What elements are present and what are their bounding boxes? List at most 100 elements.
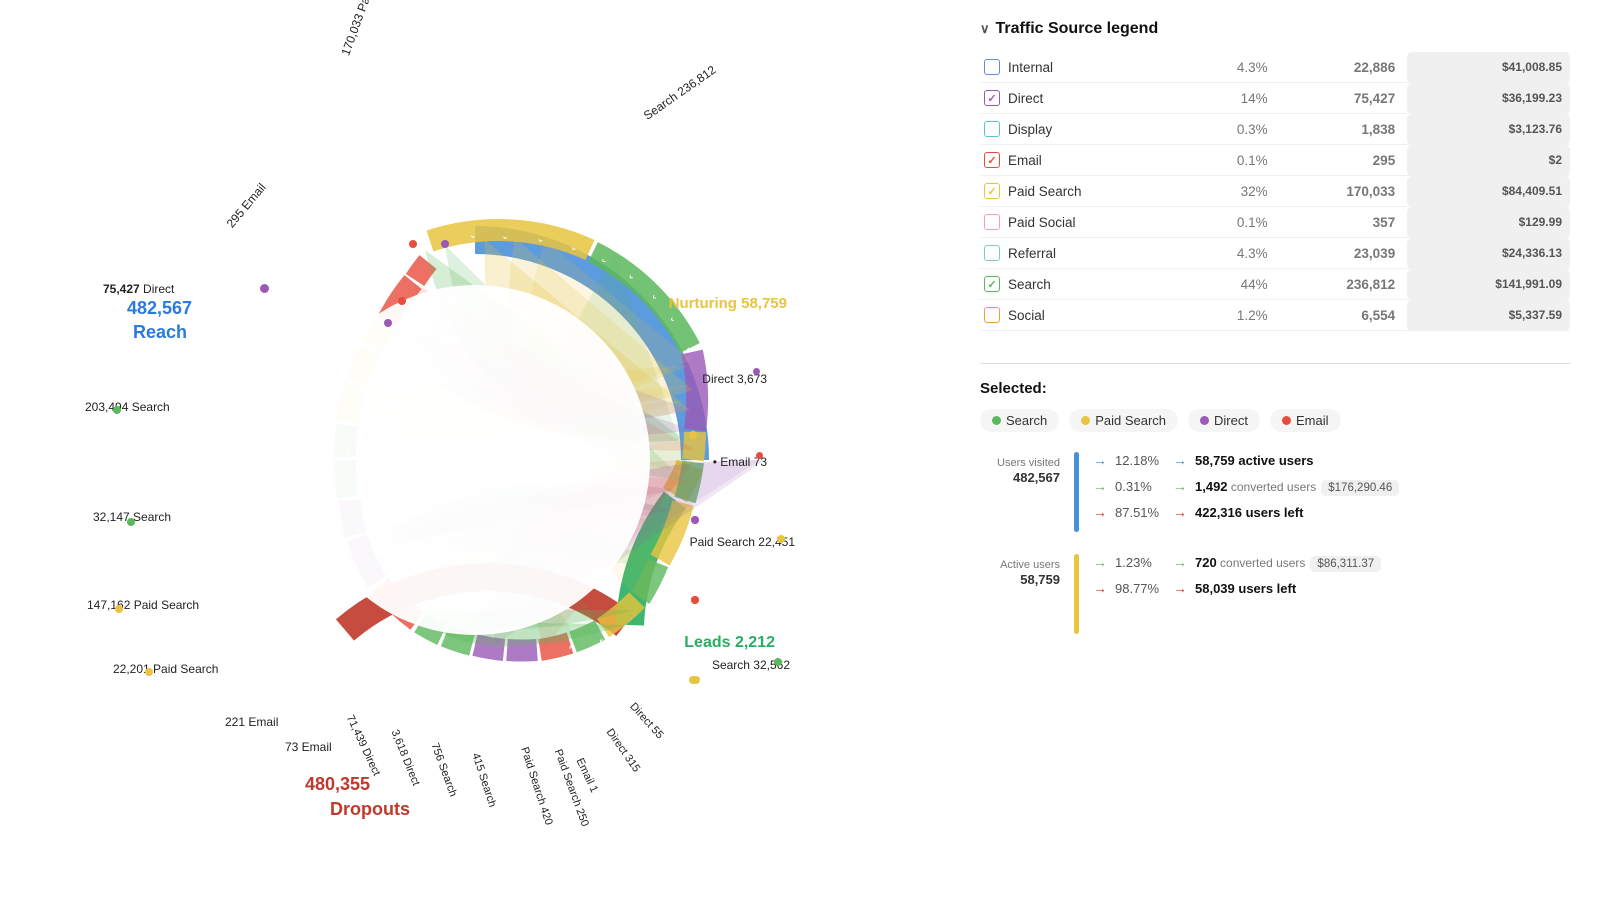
right-panel: ∨ Traffic Source legend Internal 4.3% 22… — [950, 0, 1600, 920]
arrow-icon: → — [1093, 504, 1107, 520]
chord-svg: ⌄ ⌄ ⌄ ⌄ ⌄ ⌄ ⌄ ⌄ ⌄ ⌄ ⌄ ⌄ ⌄ ⌄ — [185, 170, 765, 750]
arrow-icon: → — [1093, 478, 1107, 494]
stat-sub: converted users — [1228, 480, 1317, 494]
legend-count: 295 — [1280, 145, 1408, 176]
stats-section: Users visited 482,567 → 12.18% → 58,759 … — [980, 452, 1570, 634]
legend-pct: 44% — [1188, 269, 1280, 300]
arrow-icon: → — [1093, 554, 1107, 570]
paid-search-left-dot2 — [145, 668, 153, 676]
selected-label: Selected: — [980, 380, 1570, 397]
search-left-1-label: 203,494 Search — [85, 400, 170, 414]
legend-pct: 4.3% — [1188, 238, 1280, 269]
stat-side-text: Active users — [1000, 558, 1060, 572]
stat-bar — [1074, 554, 1079, 634]
stat-rows: → 12.18% → 58,759 active users → 0.31% →… — [1093, 452, 1570, 520]
legend-count: 170,033 — [1280, 176, 1408, 207]
legend-count: 236,812 — [1280, 269, 1408, 300]
divider — [980, 363, 1570, 364]
paid-search-left-1-label: 147,162 Paid Search — [87, 598, 199, 612]
arrow-icon: → — [1093, 580, 1107, 596]
stat-row: → 87.51% → 422,316 users left — [1093, 504, 1570, 520]
stat-block: Users visited 482,567 → 12.18% → 58,759 … — [980, 452, 1570, 532]
stat-pct: 0.31% — [1115, 479, 1165, 494]
legend-revenue: $24,336.13 — [1407, 238, 1570, 269]
legend-name: Direct — [1008, 91, 1043, 106]
paid-search-top-label: 170,033 Paid Search — [338, 0, 389, 57]
stat-pct: 98.77% — [1115, 581, 1165, 596]
legend-checkbox-paid-search[interactable]: ✓ — [984, 183, 1000, 199]
stat-pct: 1.23% — [1115, 555, 1165, 570]
legend-pct: 14% — [1188, 83, 1280, 114]
stat-bar — [1074, 452, 1079, 532]
legend-pct: 4.3% — [1188, 52, 1280, 83]
arrow-icon2: → — [1173, 554, 1187, 570]
search-right-dot — [774, 658, 782, 666]
stat-value-text: 1,492 converted users$176,290.46 — [1195, 479, 1399, 494]
stat-left-label: Active users 58,759 — [980, 554, 1060, 587]
legend-name: Email — [1008, 153, 1042, 168]
email-left-3-label: 73 Email — [285, 740, 332, 754]
legend-pct: 0.1% — [1188, 207, 1280, 238]
search-left-dot — [113, 406, 121, 414]
legend-checkbox-search[interactable]: ✓ — [984, 276, 1000, 292]
legend-pct: 1.2% — [1188, 300, 1280, 331]
legend-name: Display — [1008, 122, 1052, 137]
stat-left-label: Users visited 482,567 — [980, 452, 1060, 485]
stat-value-text: 58,039 users left — [1195, 581, 1296, 596]
paid-search-bottom-1: Paid Search 420 — [518, 746, 555, 827]
stat-row: → 0.31% → 1,492 converted users$176,290.… — [1093, 478, 1570, 494]
legend-revenue: $84,409.51 — [1407, 176, 1570, 207]
search-bottom-2: 415 Search — [469, 752, 498, 809]
legend-name: Social — [1008, 308, 1045, 323]
leads-label: Leads 2,212 — [684, 634, 775, 652]
legend-revenue: $2 — [1407, 145, 1570, 176]
legend-count: 22,886 — [1280, 52, 1408, 83]
legend-revenue: $141,991.09 — [1407, 269, 1570, 300]
stat-pct: 12.18% — [1115, 453, 1165, 468]
pill-paid-search[interactable]: Paid Search — [1069, 409, 1178, 432]
stat-value-text: 422,316 users left — [1195, 505, 1303, 520]
pill-direct[interactable]: Direct — [1188, 409, 1260, 432]
stat-sub: converted users — [1217, 556, 1306, 570]
legend-revenue: $41,008.85 — [1407, 52, 1570, 83]
legend-name: Referral — [1008, 246, 1056, 261]
stat-rows: → 1.23% → 720 converted users$86,311.37 … — [1093, 554, 1570, 596]
arrow-icon2: → — [1173, 580, 1187, 596]
stat-value-text: 720 converted users$86,311.37 — [1195, 555, 1381, 570]
stat-row: → 12.18% → 58,759 active users — [1093, 452, 1570, 468]
legend-title: Traffic Source legend — [996, 20, 1159, 38]
dropouts-num-label: 480,355 — [305, 774, 370, 795]
legend-checkbox-display[interactable] — [984, 121, 1000, 137]
pill-search[interactable]: Search — [980, 409, 1059, 432]
chord-container: ⌄ ⌄ ⌄ ⌄ ⌄ ⌄ ⌄ ⌄ ⌄ ⌄ ⌄ ⌄ ⌄ ⌄ — [65, 30, 885, 890]
stat-big-num: 482,567 — [1013, 470, 1060, 485]
chord-diagram-panel: ⌄ ⌄ ⌄ ⌄ ⌄ ⌄ ⌄ ⌄ ⌄ ⌄ ⌄ ⌄ ⌄ ⌄ — [0, 0, 950, 920]
selected-pills: Search Paid Search Direct Email — [980, 409, 1570, 432]
arrow-icon2: → — [1173, 504, 1187, 520]
search-bottom-1: 756 Search — [429, 741, 460, 798]
legend-checkbox-internal[interactable] — [984, 59, 1000, 75]
paid-search-right-dot — [777, 535, 785, 543]
direct-left-label: 75,427 Direct — [103, 282, 174, 296]
legend-checkbox-social[interactable] — [984, 307, 1000, 323]
legend-revenue: $129.99 — [1407, 207, 1570, 238]
arrow-icon2: → — [1173, 452, 1187, 468]
pill-email[interactable]: Email — [1270, 409, 1341, 432]
legend-checkbox-referral[interactable] — [984, 245, 1000, 261]
legend-checkbox-email[interactable]: ✓ — [984, 152, 1000, 168]
direct-dot — [260, 284, 269, 293]
stat-value-text: 58,759 active users — [1195, 453, 1314, 468]
search-left-dot2 — [127, 518, 135, 526]
email-left-2-label: 221 Email — [225, 715, 278, 729]
paid-search-left-2-label: 22,201 Paid Search — [113, 662, 218, 676]
direct-right-dot — [753, 368, 760, 375]
legend-count: 357 — [1280, 207, 1408, 238]
legend-checkbox-paid-social[interactable] — [984, 214, 1000, 230]
legend-table: Internal 4.3% 22,886 $41,008.85 ✓ Direct… — [980, 52, 1570, 331]
stat-pct: 87.51% — [1115, 505, 1165, 520]
legend-pct: 0.1% — [1188, 145, 1280, 176]
money-badge: $176,290.46 — [1321, 480, 1399, 496]
legend-chevron[interactable]: ∨ — [980, 21, 990, 37]
legend-name: Paid Search — [1008, 184, 1082, 199]
legend-checkbox-direct[interactable]: ✓ — [984, 90, 1000, 106]
